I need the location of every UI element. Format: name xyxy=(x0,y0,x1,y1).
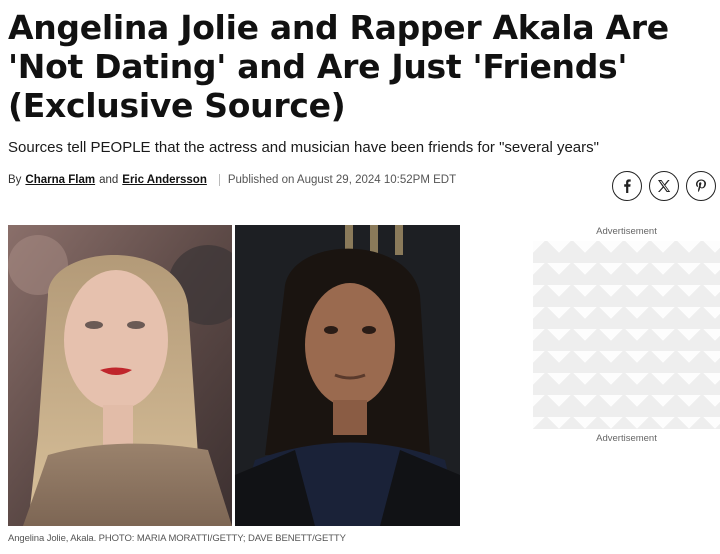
x-twitter-icon xyxy=(658,180,671,192)
author-link-eric-andersson[interactable]: Eric Andersson xyxy=(122,174,207,186)
ad-placeholder[interactable] xyxy=(533,241,720,429)
pinterest-share-button[interactable] xyxy=(686,171,716,201)
pinterest-icon xyxy=(696,179,706,192)
photo-angelina-jolie xyxy=(8,225,232,526)
published-date: Published on August 29, 2024 10:52PM EDT xyxy=(227,174,457,186)
share-buttons xyxy=(612,171,716,201)
x-share-button[interactable] xyxy=(649,171,679,201)
ad-label-bottom: Advertisement xyxy=(596,433,657,444)
author-link-charna-flam[interactable]: Charna Flam xyxy=(25,174,95,186)
photo-akala xyxy=(235,225,460,526)
byline-divider xyxy=(218,174,220,186)
byline-and-label: and xyxy=(99,174,119,186)
facebook-share-button[interactable] xyxy=(612,171,642,201)
article-dek: Sources tell PEOPLE that the actress and… xyxy=(8,139,599,156)
photo-caption: Angelina Jolie, Akala. PHOTO: MARIA MORA… xyxy=(8,533,346,544)
ad-label-top: Advertisement xyxy=(596,226,657,237)
facebook-icon xyxy=(624,179,631,193)
byline-by-label: By xyxy=(8,174,22,186)
article-headline: Angelina Jolie and Rapper Akala Are 'Not… xyxy=(8,8,669,125)
byline: By Charna Flam and Eric Andersson Publis… xyxy=(8,174,456,186)
